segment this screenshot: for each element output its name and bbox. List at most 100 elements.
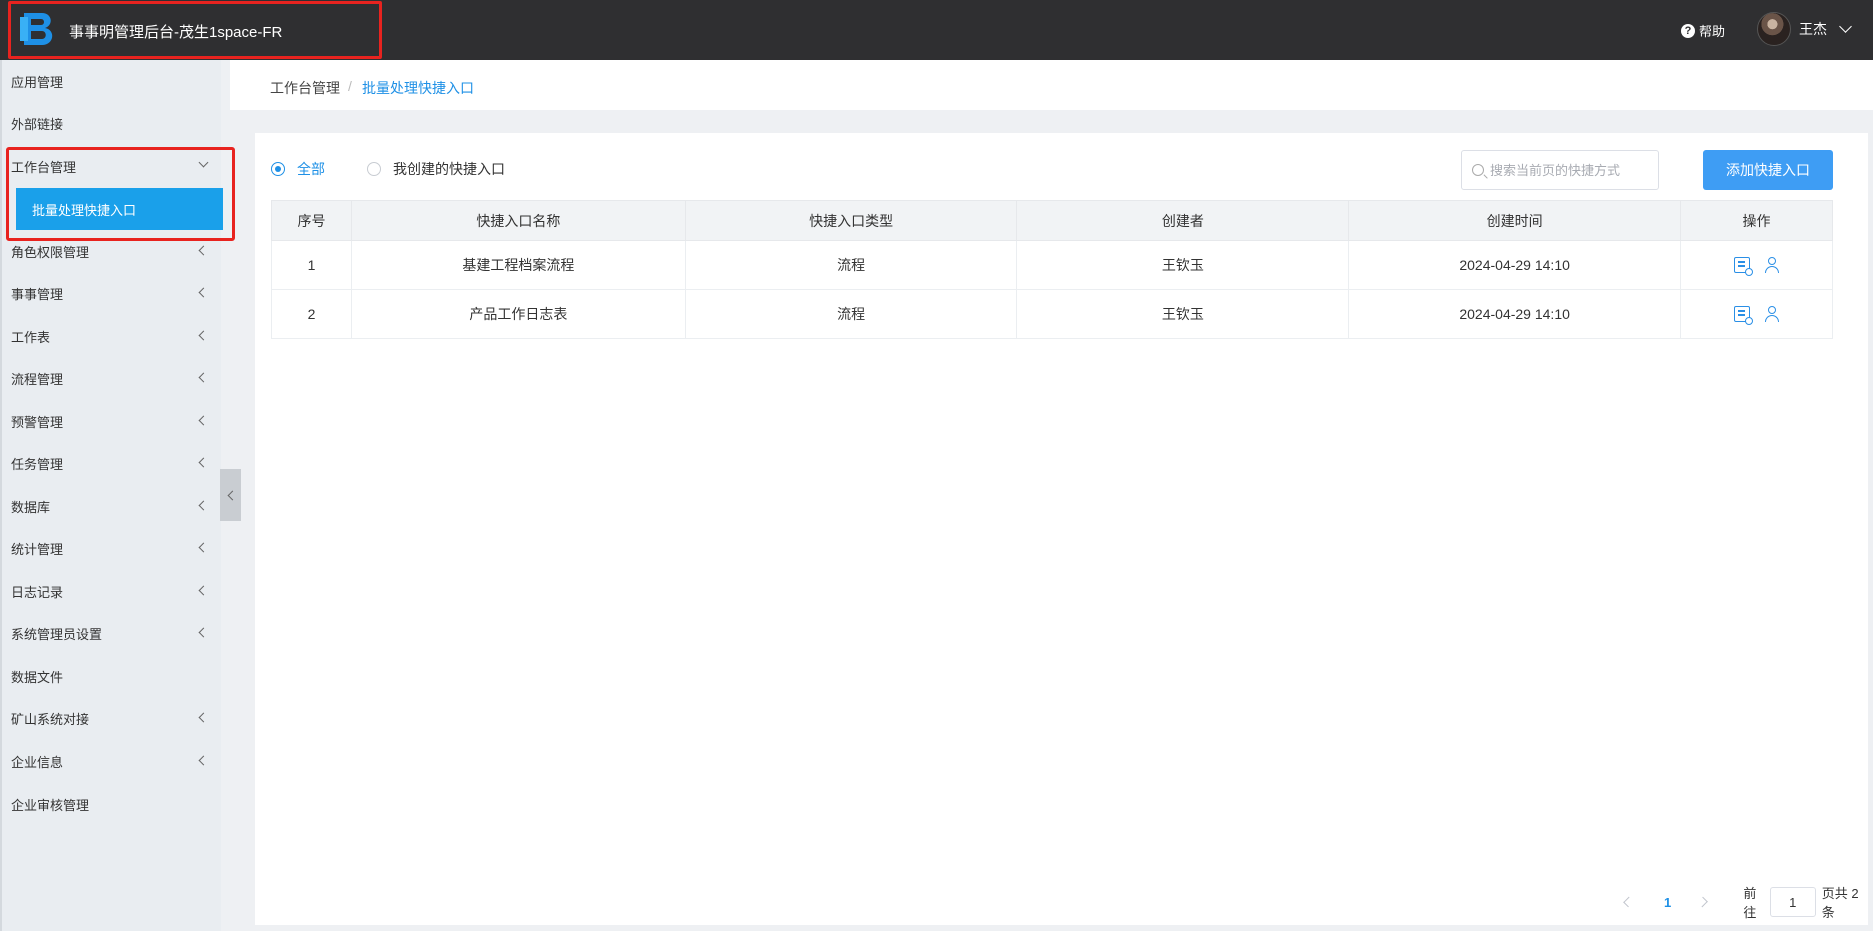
- help-label: 帮助: [1699, 24, 1726, 39]
- shortcut-table: 序号 快捷入口名称 快捷入口类型 创建者 创建时间 操作 1 基建工程档案流程 …: [271, 200, 1833, 339]
- chevron-left-icon: [198, 372, 209, 383]
- pagination: 1 前往 页共 2 条: [1575, 883, 1868, 921]
- view-details-icon[interactable]: [1733, 306, 1753, 325]
- filter-radio-group: 全部 我创建的快捷入口: [271, 159, 505, 179]
- user-name: 王杰: [1799, 21, 1827, 37]
- next-page-icon[interactable]: [1697, 896, 1709, 908]
- table-row: 1 基建工程档案流程 流程 王钦玉 2024-04-29 14:10: [271, 240, 1833, 290]
- sidebar-item-enterprise-review[interactable]: 企业审核管理: [2, 783, 221, 825]
- sidebar-item-label: 数据文件: [11, 669, 64, 685]
- sidebar-item-label: 数据库: [11, 499, 51, 515]
- table-row: 2 产品工作日志表 流程 王钦玉 2024-04-29 14:10: [271, 289, 1833, 339]
- sidebar-item-label: 日志记录: [11, 584, 64, 600]
- goto-label: 前往: [1743, 886, 1757, 920]
- user-permission-icon[interactable]: [1764, 257, 1780, 273]
- add-shortcut-button[interactable]: 添加快捷入口: [1703, 150, 1833, 190]
- sidebar-item-database[interactable]: 数据库: [2, 485, 221, 527]
- sidebar-item-label: 统计管理: [11, 541, 64, 557]
- column-header-actions: 操作: [1680, 200, 1833, 241]
- cell-type: 流程: [684, 240, 1018, 290]
- sidebar-item-label: 工作表: [11, 329, 51, 345]
- column-header-type: 快捷入口类型: [684, 200, 1018, 241]
- sidebar-item-label: 系统管理员设置: [11, 626, 103, 642]
- title-highlight-box: [8, 1, 382, 59]
- sidebar-item-label: 事事管理: [11, 286, 64, 302]
- cell-name: 基建工程档案流程: [350, 240, 686, 290]
- total-label: 页共 2 条: [1821, 886, 1859, 920]
- sidebar-item-label: 预警管理: [11, 414, 64, 430]
- chevron-left-icon: [198, 755, 209, 766]
- goto-page-input[interactable]: [1769, 887, 1816, 917]
- cell-creator: 王钦玉: [1016, 240, 1350, 290]
- sidebar-item-label: 企业审核管理: [11, 797, 90, 813]
- search-input[interactable]: [1490, 162, 1650, 178]
- cell-actions: [1680, 289, 1833, 339]
- sidebar-item-affairs[interactable]: 事事管理: [2, 272, 221, 314]
- sidebar-item-label: 矿山系统对接: [11, 711, 90, 727]
- sidebar-item-label: 任务管理: [11, 456, 64, 472]
- sidebar-item-app-management[interactable]: 应用管理: [2, 60, 221, 102]
- user-menu[interactable]: 王杰: [1757, 12, 1852, 46]
- top-bar: 事事明管理后台-茂生1space-FR ? 帮助 王杰: [0, 0, 1873, 60]
- sidebar-item-label: 应用管理: [11, 74, 64, 90]
- page-number-current[interactable]: 1: [1664, 895, 1671, 910]
- chevron-left-icon: [198, 542, 209, 553]
- radio-all-label[interactable]: 全部: [297, 159, 325, 179]
- sidebar-item-alerts[interactable]: 预警管理: [2, 400, 221, 442]
- sidebar-item-logs[interactable]: 日志记录: [2, 570, 221, 612]
- user-permission-icon[interactable]: [1764, 306, 1780, 322]
- prev-page-icon[interactable]: [1623, 896, 1634, 908]
- sidebar-item-label: 流程管理: [11, 371, 64, 387]
- radio-all[interactable]: [271, 162, 285, 176]
- sidebar-highlight-box: [6, 147, 235, 241]
- sidebar-item-external-links[interactable]: 外部链接: [2, 102, 221, 144]
- chevron-left-icon: [198, 457, 209, 468]
- chevron-down-icon[interactable]: [1839, 20, 1852, 33]
- chevron-left-icon: [198, 330, 209, 341]
- column-header-created: 创建时间: [1348, 200, 1682, 241]
- breadcrumb-parent[interactable]: 工作台管理: [270, 78, 340, 98]
- chevron-left-icon: [198, 627, 209, 638]
- search-icon: [1472, 164, 1484, 176]
- cell-index: 2: [271, 289, 352, 339]
- cell-type: 流程: [684, 289, 1018, 339]
- radio-mine[interactable]: [367, 162, 381, 176]
- chevron-left-icon: [198, 712, 209, 723]
- cell-index: 1: [271, 240, 352, 290]
- sidebar-item-label: 角色权限管理: [11, 244, 90, 260]
- chevron-left-icon: [227, 490, 237, 500]
- sidebar-item-label: 外部链接: [11, 116, 64, 132]
- sidebar-item-mine-integration[interactable]: 矿山系统对接: [2, 697, 221, 739]
- column-header-name: 快捷入口名称: [350, 200, 686, 241]
- sidebar-item-enterprise-info[interactable]: 企业信息: [2, 740, 221, 782]
- main-panel: 全部 我创建的快捷入口 添加快捷入口 序号 快捷入口名称 快捷入口类型 创建者 …: [255, 133, 1868, 925]
- sidebar-item-statistics[interactable]: 统计管理: [2, 527, 221, 569]
- cell-created: 2024-04-29 14:10: [1348, 289, 1682, 339]
- chevron-left-icon: [198, 245, 209, 256]
- breadcrumb-separator: /: [348, 78, 352, 94]
- sidebar-item-data-files[interactable]: 数据文件: [2, 655, 221, 697]
- sidebar-item-admin-settings[interactable]: 系统管理员设置: [2, 612, 221, 654]
- chevron-left-icon: [198, 500, 209, 511]
- cell-name: 产品工作日志表: [350, 289, 686, 339]
- chevron-left-icon: [198, 415, 209, 426]
- cell-created: 2024-04-29 14:10: [1348, 240, 1682, 290]
- sidebar-item-label: 企业信息: [11, 754, 64, 770]
- sidebar-item-worksheets[interactable]: 工作表: [2, 315, 221, 357]
- column-header-index: 序号: [271, 200, 352, 241]
- radio-mine-label[interactable]: 我创建的快捷入口: [393, 159, 505, 179]
- breadcrumb-current: 批量处理快捷入口: [362, 80, 474, 96]
- sidebar-item-process[interactable]: 流程管理: [2, 357, 221, 399]
- help-link[interactable]: ? 帮助: [1681, 21, 1725, 40]
- breadcrumb: 工作台管理 / 批量处理快捷入口: [230, 60, 1873, 110]
- view-details-icon[interactable]: [1733, 257, 1753, 276]
- sidebar-item-tasks[interactable]: 任务管理: [2, 442, 221, 484]
- cell-actions: [1680, 240, 1833, 290]
- column-header-creator: 创建者: [1016, 200, 1350, 241]
- avatar[interactable]: [1757, 12, 1791, 46]
- sidebar-collapse-toggle[interactable]: [220, 469, 241, 521]
- table-header-row: 序号 快捷入口名称 快捷入口类型 创建者 创建时间 操作: [271, 200, 1833, 241]
- chevron-left-icon: [198, 585, 209, 596]
- search-box[interactable]: [1461, 150, 1659, 190]
- chevron-left-icon: [198, 287, 209, 298]
